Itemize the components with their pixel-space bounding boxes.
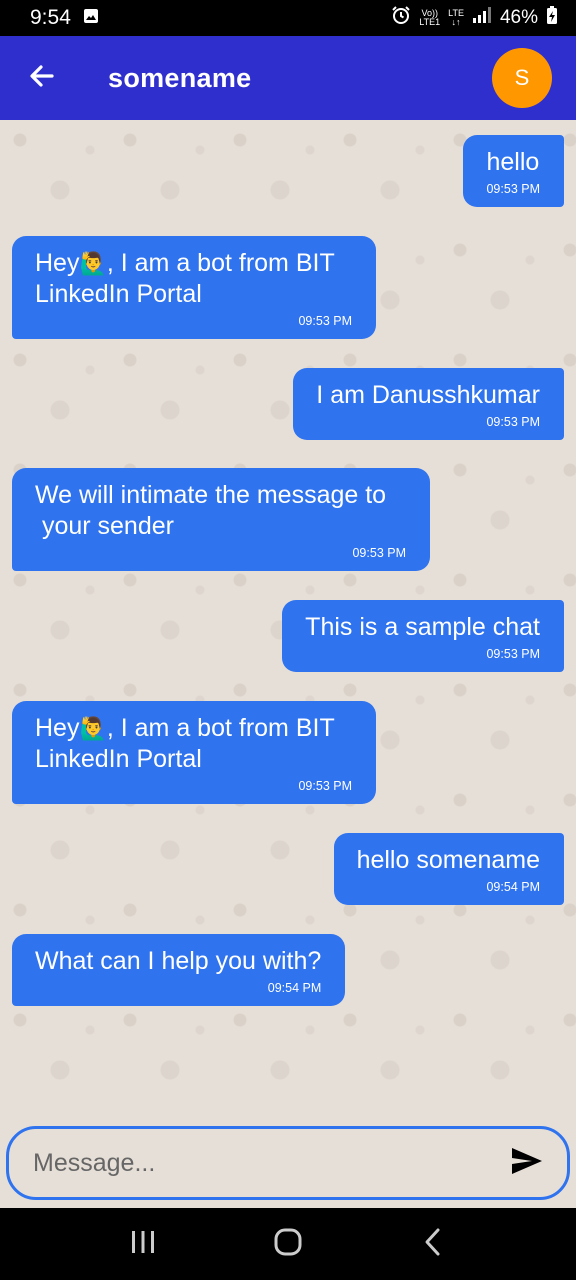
nav-back-button[interactable] xyxy=(403,1214,463,1274)
message-bubble-received: Hey🙋‍♂️, I am a bot from BIT LinkedIn Po… xyxy=(12,236,376,339)
battery-percentage: 46% xyxy=(499,7,538,28)
message-bubble-received: Hey🙋‍♂️, I am a bot from BIT LinkedIn Po… xyxy=(12,701,376,804)
message-time: 09:53 PM xyxy=(298,779,352,793)
message-bubble-sent: hello 09:53 PM xyxy=(463,135,564,207)
home-icon xyxy=(273,1227,303,1262)
volte-indicator: Vo)) LTE1 xyxy=(419,8,441,27)
message-bubble-received: We will intimate the message to your sen… xyxy=(12,468,430,571)
arrow-left-icon xyxy=(28,62,56,95)
gallery-notification-icon xyxy=(83,6,99,30)
system-navigation-bar xyxy=(0,1208,576,1280)
message-time: 09:53 PM xyxy=(298,314,352,328)
message-time: 09:53 PM xyxy=(352,546,406,560)
message-text: Hey🙋‍♂️, I am a bot from BIT LinkedIn Po… xyxy=(35,714,335,773)
send-icon xyxy=(510,1146,544,1181)
network-type-indicator: LTE ↓↑ xyxy=(448,8,464,27)
status-bar: 9:54 Vo)) LTE1 LTE ↓↑ 46% xyxy=(0,0,576,36)
message-bubble-sent: hello somename 09:54 PM xyxy=(333,833,564,905)
alarm-icon xyxy=(391,5,411,31)
person-raising-hand-emoji: 🙋‍♂️ xyxy=(79,716,107,741)
message-bubble-received: What can I help you with? 09:54 PM xyxy=(12,934,346,1006)
recents-button[interactable] xyxy=(113,1214,173,1274)
send-button[interactable] xyxy=(497,1133,557,1193)
message-text: Hey🙋‍♂️, I am a bot from BIT LinkedIn Po… xyxy=(35,249,335,308)
chat-area[interactable]: hello 09:53 PM Hey🙋‍♂️, I am a bot from … xyxy=(0,120,576,1120)
recents-icon xyxy=(129,1229,157,1260)
home-button[interactable] xyxy=(258,1214,318,1274)
message-time: 09:53 PM xyxy=(486,647,540,661)
message-composer xyxy=(6,1126,570,1200)
app-bar: somename S xyxy=(0,36,576,120)
message-text: hello xyxy=(486,148,540,176)
message-bubble-sent: This is a sample chat 09:53 PM xyxy=(282,600,564,672)
person-raising-hand-emoji: 🙋‍♂️ xyxy=(79,251,107,276)
chat-title: somename xyxy=(108,62,252,93)
chevron-left-icon xyxy=(422,1227,444,1262)
message-text: This is a sample chat xyxy=(305,613,540,641)
message-time: 09:53 PM xyxy=(486,182,540,196)
message-text: We will intimate the message to your sen… xyxy=(35,481,387,540)
message-bubble-sent: I am Danusshkumar 09:53 PM xyxy=(293,368,564,440)
message-text: I am Danusshkumar xyxy=(316,381,540,409)
back-button[interactable] xyxy=(0,36,84,120)
message-time: 09:54 PM xyxy=(267,981,322,995)
battery-charging-icon xyxy=(546,5,558,31)
status-time: 9:54 xyxy=(30,6,71,29)
message-time: 09:53 PM xyxy=(486,415,540,429)
avatar[interactable]: S xyxy=(492,48,552,108)
message-text: What can I help you with? xyxy=(35,947,322,975)
message-input[interactable] xyxy=(9,1148,497,1178)
signal-icon xyxy=(472,6,492,30)
message-text: hello somename xyxy=(356,846,540,874)
message-time: 09:54 PM xyxy=(486,880,540,894)
